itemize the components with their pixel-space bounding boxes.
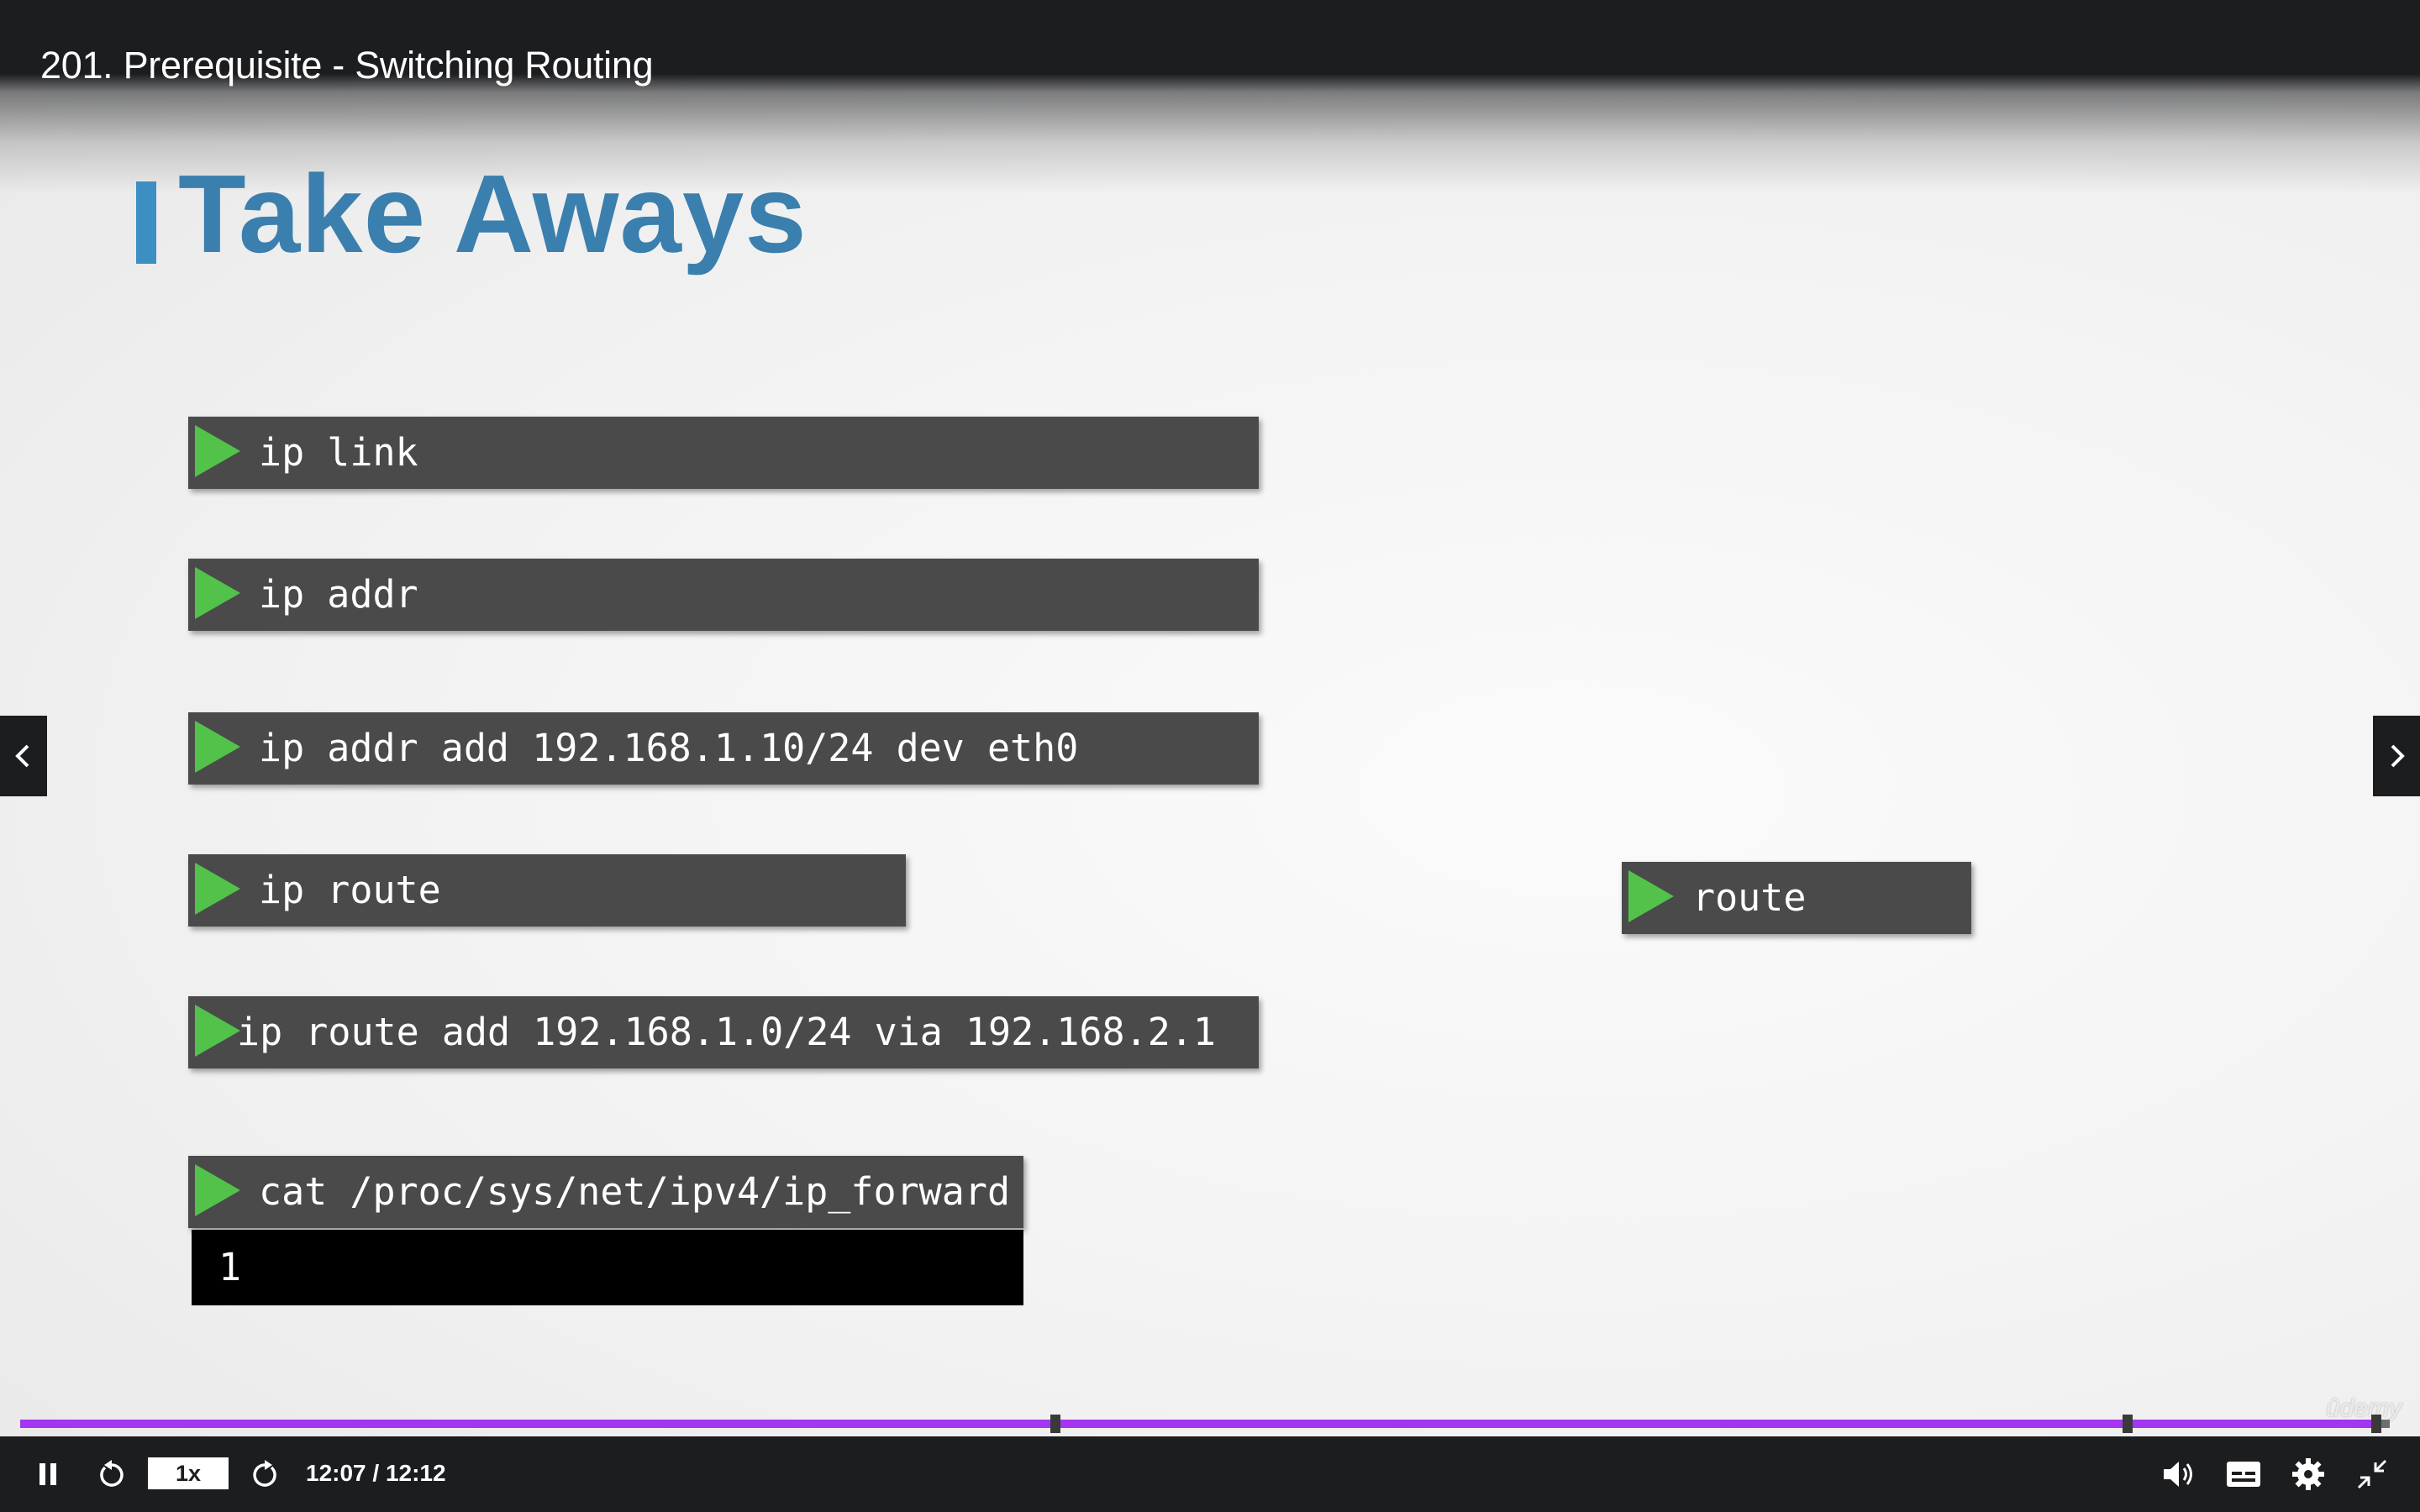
command-box: ip link xyxy=(188,417,1259,489)
progress-bar[interactable] xyxy=(20,1415,2390,1433)
captions-icon xyxy=(2227,1462,2260,1487)
command-box-route: route xyxy=(1622,862,1971,934)
command-box: ip addr add 192.168.1.10/24 dev eth0 xyxy=(188,712,1259,785)
command-text: ip route xyxy=(259,868,441,912)
video-frame[interactable]: 201. Prerequisite - Switching Routing Ta… xyxy=(0,0,2420,1436)
chapter-marker[interactable] xyxy=(2123,1415,2133,1433)
exit-fullscreen-icon xyxy=(2357,1459,2387,1489)
pause-button[interactable] xyxy=(27,1436,69,1512)
volume-icon xyxy=(2164,1462,2192,1487)
play-triangle-icon xyxy=(195,1164,240,1216)
play-triangle-icon xyxy=(195,567,240,619)
progress-fill xyxy=(20,1420,2374,1428)
rewind-icon xyxy=(100,1460,124,1487)
rewind-button[interactable] xyxy=(91,1436,133,1512)
command-text: ip addr add 192.168.1.10/24 dev eth0 xyxy=(259,726,1079,770)
lecture-title: 201. Prerequisite - Switching Routing xyxy=(40,44,654,87)
command-box: cat /proc/sys/net/ipv4/ip_forward xyxy=(188,1156,1023,1228)
udemy-watermark: ûdemy xyxy=(2325,1394,2402,1422)
volume-button[interactable] xyxy=(2158,1436,2200,1512)
chapter-marker[interactable] xyxy=(1050,1415,1060,1433)
command-text: cat /proc/sys/net/ipv4/ip_forward xyxy=(259,1169,1011,1214)
play-triangle-icon xyxy=(1628,870,1674,922)
next-lecture-button[interactable] xyxy=(2373,716,2420,796)
command-text: ip route add 192.168.1.0/24 via 192.168.… xyxy=(237,1010,1216,1054)
forward-button[interactable] xyxy=(244,1436,286,1512)
output-text: 1 xyxy=(218,1245,242,1289)
play-triangle-icon xyxy=(195,425,240,477)
play-triangle-icon xyxy=(195,863,240,915)
command-output: 1 xyxy=(192,1230,1023,1305)
time-display: 12:07 / 12:12 xyxy=(306,1460,446,1486)
exit-fullscreen-button[interactable] xyxy=(2351,1436,2393,1512)
command-text: ip link xyxy=(259,430,418,475)
command-text: route xyxy=(1692,875,1807,920)
captions-button[interactable] xyxy=(2222,1436,2265,1512)
chevron-right-icon xyxy=(2391,744,2405,768)
play-triangle-icon xyxy=(195,1005,240,1057)
previous-lecture-button[interactable] xyxy=(0,716,47,796)
settings-button[interactable] xyxy=(2287,1436,2329,1512)
command-box: ip route xyxy=(188,854,906,927)
slide-title: Take Aways xyxy=(178,152,808,276)
play-triangle-icon xyxy=(195,721,240,773)
pause-icon xyxy=(39,1463,56,1485)
playback-speed-button[interactable]: 1x xyxy=(148,1457,229,1489)
title-accent-bar xyxy=(136,181,156,264)
chevron-left-icon xyxy=(15,744,29,768)
playhead[interactable] xyxy=(2371,1415,2381,1433)
command-box: ip addr xyxy=(188,559,1259,631)
forward-icon xyxy=(253,1460,276,1487)
settings-icon xyxy=(2292,1458,2324,1490)
command-box: ip route add 192.168.1.0/24 via 192.168.… xyxy=(188,996,1259,1068)
command-text: ip addr xyxy=(259,572,418,617)
